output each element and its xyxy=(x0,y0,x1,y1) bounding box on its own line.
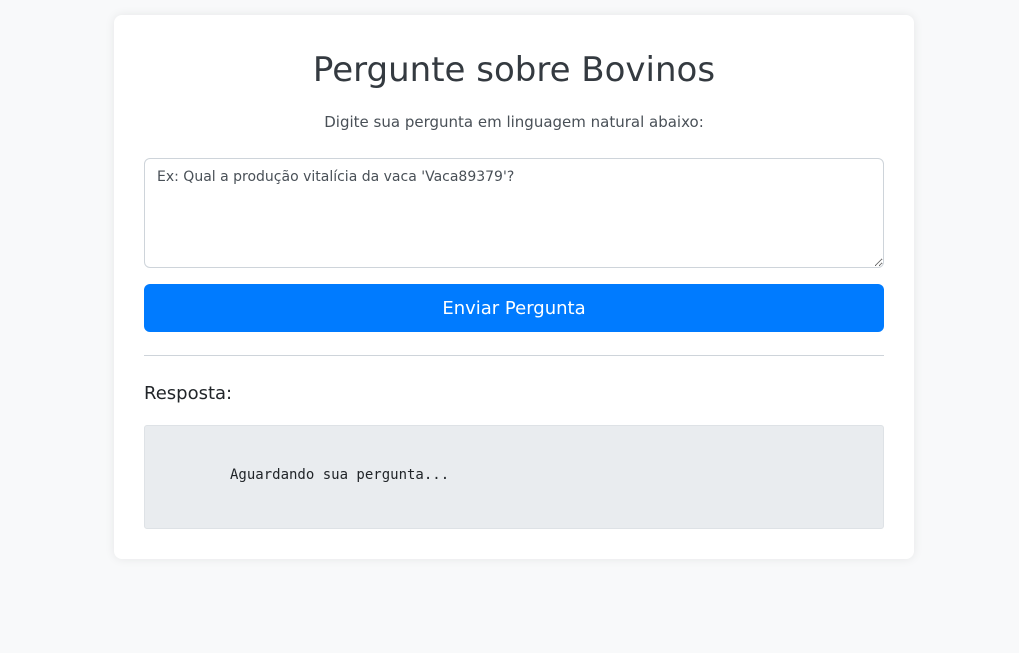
answer-label: Resposta: xyxy=(144,383,233,404)
question-card: Pergunte sobre Bovinos Digite sua pergun… xyxy=(114,15,914,559)
submit-question-button[interactable]: Enviar Pergunta xyxy=(144,284,884,332)
answer-box: Aguardando sua pergunta... xyxy=(144,425,884,529)
question-input[interactable] xyxy=(144,158,884,268)
page-subtitle: Digite sua pergunta em linguagem natural… xyxy=(324,113,704,131)
answer-text: Aguardando sua pergunta... xyxy=(230,467,450,483)
divider xyxy=(144,355,884,356)
page-title: Pergunte sobre Bovinos xyxy=(312,50,716,90)
